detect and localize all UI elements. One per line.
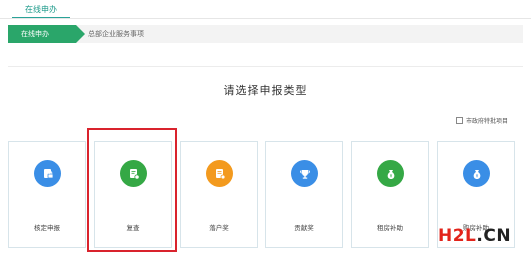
card-settlement-award[interactable]: 落户奖 xyxy=(180,141,258,248)
trophy-icon xyxy=(291,160,318,187)
watermark-logo: H2L.CN xyxy=(438,226,511,246)
card-label: 租房补助 xyxy=(377,224,403,232)
special-project-checkbox[interactable]: 市政府特批项目 xyxy=(456,115,508,125)
svg-text:¥: ¥ xyxy=(389,173,392,178)
section-divider xyxy=(8,66,523,67)
page-title: 请选择申报类型 xyxy=(223,84,308,97)
document-lock-icon xyxy=(34,160,61,187)
breadcrumb-next[interactable]: 总部企业服务事项 xyxy=(88,25,144,43)
checkbox-label: 市政府特批项目 xyxy=(466,117,509,125)
document-award-icon xyxy=(206,160,233,187)
tab-divider xyxy=(0,18,531,19)
breadcrumb: 在线申办 总部企业服务事项 xyxy=(8,25,523,43)
card-label: 贡献奖 xyxy=(294,224,314,232)
svg-text:¥: ¥ xyxy=(475,173,478,178)
card-contribution-award[interactable]: 贡献奖 xyxy=(265,141,343,248)
tab-online-apply[interactable]: 在线申办 xyxy=(12,3,70,19)
card-label: 落户奖 xyxy=(209,224,229,232)
card-label: 核定申报 xyxy=(34,224,60,232)
breadcrumb-current[interactable]: 在线申办 xyxy=(8,25,85,43)
card-rent-subsidy[interactable]: ¥ 租房补助 xyxy=(351,141,429,248)
watermark-text-red: H2L xyxy=(438,226,477,246)
money-bag-icon: ¥ xyxy=(377,160,404,187)
selection-highlight xyxy=(87,128,177,252)
card-verification-apply[interactable]: 核定申报 xyxy=(8,141,86,248)
money-bag-icon: ¥ xyxy=(463,160,490,187)
checkbox-box[interactable] xyxy=(456,116,463,124)
watermark-text-dark: .CN xyxy=(476,226,512,246)
